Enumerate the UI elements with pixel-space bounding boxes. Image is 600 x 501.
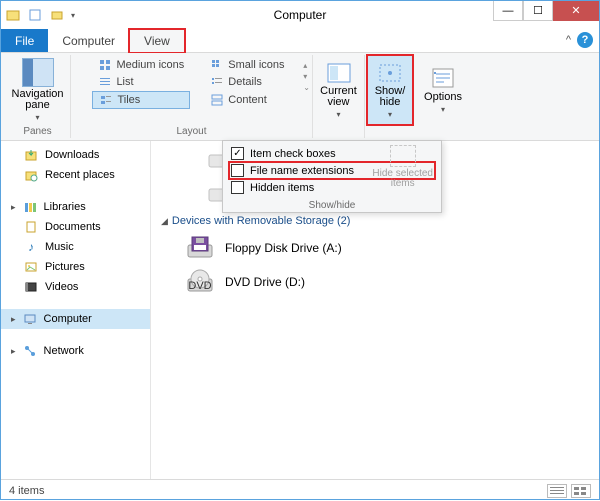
layout-gallery[interactable]: Medium icons Small icons List Details Ti… — [92, 55, 290, 109]
recent-icon — [23, 167, 39, 183]
qat-properties-icon[interactable] — [27, 7, 43, 23]
sidebar-item-computer[interactable]: ▸Computer — [1, 309, 150, 329]
navigation-pane-button[interactable]: Navigation pane ▾ — [6, 55, 70, 125]
minimize-ribbon-icon[interactable]: ^ — [566, 34, 571, 46]
layout-tiles[interactable]: Tiles — [92, 91, 190, 109]
current-view-button[interactable]: Current view ▾ — [314, 55, 363, 125]
expand-icon[interactable]: ▸ — [11, 314, 16, 325]
current-view-icon — [326, 62, 352, 84]
options-icon — [430, 67, 456, 89]
expand-icon[interactable]: ▸ — [11, 346, 16, 357]
checkbox-checked-icon[interactable]: ✓ — [231, 147, 244, 160]
sidebar-item-downloads[interactable]: Downloads — [1, 145, 150, 165]
large-icons-view-button[interactable] — [571, 484, 591, 498]
layout-content[interactable]: Content — [204, 91, 290, 109]
sidebar-item-music[interactable]: ♪Music — [1, 237, 150, 257]
checkbox-unchecked-icon[interactable] — [231, 164, 244, 177]
gallery-up-icon[interactable]: ▴ — [303, 61, 310, 70]
show-hide-dropdown: ✓ Item check boxes File name extensions … — [222, 140, 442, 213]
pictures-icon — [23, 259, 39, 275]
app-icon — [5, 7, 21, 23]
sidebar-item-network[interactable]: ▸Network — [1, 341, 150, 361]
view-tab[interactable]: View — [129, 29, 185, 53]
sidebar-item-pictures[interactable]: Pictures — [1, 257, 150, 277]
layout-medium-icons[interactable]: Medium icons — [92, 57, 190, 73]
videos-icon — [23, 279, 39, 295]
panes-group-label: Panes — [23, 126, 51, 137]
sidebar-item-libraries[interactable]: ▸Libraries — [1, 197, 150, 217]
medium-icons-icon — [98, 58, 112, 72]
layout-list[interactable]: List — [92, 74, 190, 90]
computer-tab[interactable]: Computer — [48, 29, 129, 52]
tiles-icon — [99, 93, 113, 107]
navigation-pane-icon — [22, 58, 54, 87]
floppy-drive-item[interactable]: Floppy Disk Drive (A:) — [179, 231, 589, 265]
network-icon — [22, 343, 38, 359]
navigation-tree: Downloads Recent places ▸Libraries Docum… — [1, 141, 151, 479]
status-item-count: 4 items — [9, 485, 44, 497]
layout-group-label: Layout — [176, 126, 206, 137]
svg-text:DVD: DVD — [188, 280, 211, 292]
downloads-icon — [23, 147, 39, 163]
details-icon — [210, 75, 224, 89]
small-icons-icon — [210, 58, 224, 72]
collapse-icon[interactable]: ◢ — [161, 216, 168, 227]
chevron-down-icon: ▾ — [441, 105, 445, 114]
details-view-button[interactable] — [547, 484, 567, 498]
gallery-more-icon[interactable]: ⌄ — [303, 83, 310, 92]
show-hide-group-label: Show/hide — [309, 200, 356, 211]
chevron-down-icon: ▾ — [336, 110, 340, 119]
documents-icon — [23, 219, 39, 235]
sidebar-item-documents[interactable]: Documents — [1, 217, 150, 237]
checkbox-unchecked-icon[interactable] — [231, 181, 244, 194]
devices-section-header[interactable]: ◢ Devices with Removable Storage (2) — [161, 215, 589, 227]
hide-selected-icon — [390, 145, 416, 167]
layout-details[interactable]: Details — [204, 74, 290, 90]
hide-selected-items-button: Hide selected items — [372, 145, 433, 189]
qat-new-folder-icon[interactable] — [49, 7, 65, 23]
minimize-button[interactable]: — — [493, 1, 523, 21]
chevron-down-icon: ▾ — [388, 110, 392, 119]
maximize-button[interactable]: ☐ — [523, 1, 553, 21]
file-tab[interactable]: File — [1, 29, 48, 52]
libraries-icon — [22, 199, 38, 215]
chevron-down-icon: ▾ — [36, 113, 40, 122]
window-title: Computer — [274, 8, 327, 22]
help-icon[interactable]: ? — [577, 32, 593, 48]
expand-icon[interactable]: ▸ — [11, 202, 16, 213]
show-hide-button[interactable]: Show/ hide ▾ — [367, 55, 413, 125]
options-button[interactable]: Options ▾ — [418, 55, 468, 125]
navigation-pane-label: Navigation pane — [12, 89, 64, 111]
dvd-drive-item[interactable]: DVD DVD Drive (D:) — [179, 265, 589, 299]
dvd-icon: DVD — [185, 269, 215, 295]
content-icon — [210, 93, 224, 107]
list-icon — [98, 75, 112, 89]
close-button[interactable]: ✕ — [553, 1, 599, 21]
computer-icon — [22, 311, 38, 327]
gallery-down-icon[interactable]: ▾ — [303, 72, 310, 81]
sidebar-item-recent[interactable]: Recent places — [1, 165, 150, 185]
floppy-icon — [185, 235, 215, 261]
qat-dropdown-icon[interactable]: ▾ — [71, 11, 75, 20]
show-hide-icon — [377, 62, 403, 84]
layout-small-icons[interactable]: Small icons — [204, 57, 290, 73]
sidebar-item-videos[interactable]: Videos — [1, 277, 150, 297]
music-icon: ♪ — [23, 239, 39, 255]
